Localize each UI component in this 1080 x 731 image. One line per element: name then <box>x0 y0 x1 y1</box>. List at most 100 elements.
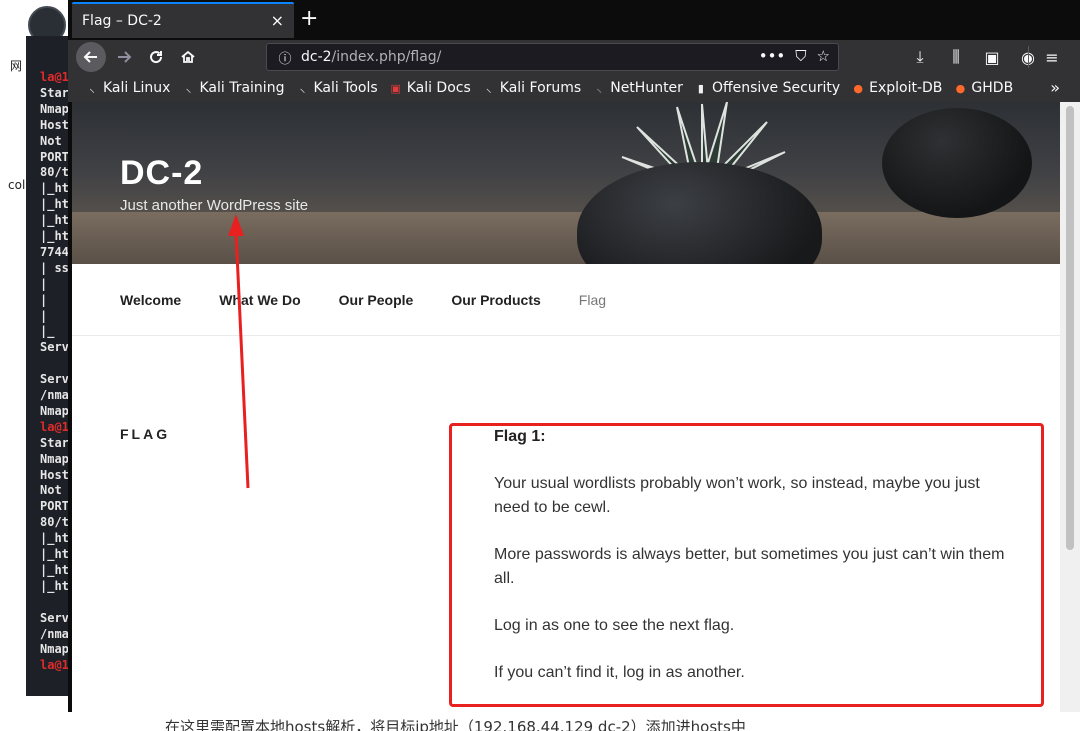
nav-item-flag[interactable]: Flag <box>579 292 606 308</box>
bookmark-kali-forums[interactable]: ⸜ Kali Forums <box>481 80 581 96</box>
back-button[interactable] <box>76 42 106 72</box>
reload-button[interactable] <box>142 43 170 71</box>
flag-label: Flag 1: <box>494 428 546 445</box>
reload-icon <box>150 51 163 64</box>
arrow-right-icon <box>118 51 132 63</box>
library-icon[interactable]: ⫼ <box>942 44 970 70</box>
home-icon <box>181 50 195 63</box>
bookmark-offensive-security[interactable]: ▮ Offensive Security <box>693 80 840 96</box>
ghdb-icon: ● <box>955 81 966 95</box>
entry-content: Flag 1: Your usual wordlists probably wo… <box>494 425 1014 708</box>
navigation-toolbar: ⓘ dc-2/index.php/flag/ ••• ⛉ ☆ ⤓ ⫼ ▣ ◉ ≡ <box>68 40 1080 74</box>
terminal-line: |_ht <box>40 578 69 593</box>
home-button[interactable] <box>174 43 202 71</box>
terminal-line: Nmap <box>40 101 69 116</box>
tab-title: Flag – DC-2 <box>82 13 162 29</box>
terminal-line: Serv <box>40 610 69 625</box>
header-pot-background <box>882 108 1032 218</box>
hamburger-menu-icon[interactable]: ≡ <box>1038 44 1066 70</box>
desktop-label-col: col <box>8 178 26 192</box>
site-title[interactable]: DC-2 <box>120 154 203 193</box>
arrow-left-icon <box>83 51 97 63</box>
url-path: /index.php/flag/ <box>331 49 442 65</box>
kali-dragon-icon: ⸜ <box>486 81 492 95</box>
terminal-line: la@1 <box>40 70 69 84</box>
bookmarks-overflow-icon[interactable]: » <box>1050 78 1060 97</box>
offsec-icon: ▮ <box>697 81 704 95</box>
bookmark-label: GHDB <box>971 80 1014 96</box>
entry-title: FLAG <box>120 426 171 442</box>
bookmark-label: Exploit-DB <box>869 80 943 96</box>
terminal-line: |_ht <box>40 531 69 546</box>
terminal-line: PORT <box>40 499 69 514</box>
terminal-line: /nma <box>40 388 69 402</box>
url-host: dc-2 <box>301 49 332 65</box>
bookmark-label: Offensive Security <box>711 80 841 96</box>
terminal-line: | <box>40 276 48 291</box>
bookmark-ghdb[interactable]: ● GHDB <box>952 80 1014 96</box>
terminal-line: |_ <box>40 324 55 339</box>
download-icon[interactable]: ⤓ <box>906 44 934 70</box>
terminal-line: |_ht <box>40 181 69 196</box>
terminal-line: Host <box>40 117 69 132</box>
page-scrollbar[interactable] <box>1060 102 1080 712</box>
toolbar-separator <box>1028 46 1029 68</box>
bookmark-kali-linux[interactable]: ⸜ Kali Linux <box>84 80 170 96</box>
bookmark-kali-tools[interactable]: ⸜ Kali Tools <box>294 80 378 96</box>
bookmark-label: Kali Linux <box>103 80 171 96</box>
terminal-line: Nmap <box>40 403 69 418</box>
close-icon[interactable]: × <box>271 11 284 30</box>
terminal-line: Host <box>40 467 69 482</box>
terminal-line: Star <box>40 435 69 450</box>
tab-flag-dc2[interactable]: Flag – DC-2 × <box>72 2 294 38</box>
info-icon[interactable]: ⓘ <box>273 48 297 67</box>
bookmark-label: Kali Docs <box>406 80 471 96</box>
terminal-line: Not <box>40 133 62 148</box>
exploitdb-icon: ● <box>853 81 863 95</box>
page-content: DC-2 Just another WordPress site Welcome… <box>72 102 1060 712</box>
bookmark-kali-docs[interactable]: ▣ Kali Docs <box>388 80 471 96</box>
browser-window: Flag – DC-2 × + ⓘ dc-2/index.php/flag/ •… <box>68 0 1080 712</box>
terminal-line: la@1 <box>40 658 69 673</box>
bookmark-label: Kali Tools <box>313 80 378 96</box>
url-text[interactable]: dc-2/index.php/flag/ <box>301 49 441 65</box>
bookmark-nethunter[interactable]: ⸜ NetHunter <box>591 80 682 96</box>
bookmark-kali-training[interactable]: ⸜ Kali Training <box>180 80 285 96</box>
main-navigation: Welcome What We Do Our People Our Products F… <box>72 264 1060 336</box>
site-description: Just another WordPress site <box>120 197 309 214</box>
content-paragraph: Your usual wordlists probably won’t work… <box>494 475 980 516</box>
new-tab-button[interactable]: + <box>300 6 318 32</box>
sidebar-icon[interactable]: ▣ <box>978 44 1006 70</box>
tab-bar: Flag – DC-2 × + <box>68 0 1080 40</box>
terminal-line: |_ht <box>40 562 69 577</box>
nav-item-what-we-do[interactable]: What We Do <box>219 292 300 308</box>
terminal-line: Star <box>40 85 69 100</box>
terminal-line: la@1 <box>40 419 69 434</box>
bookmark-star-icon[interactable]: ☆ <box>817 47 830 65</box>
terminal-line: Not <box>40 483 62 498</box>
forward-button[interactable] <box>110 43 138 71</box>
nav-item-our-products[interactable]: Our Products <box>451 292 540 308</box>
desktop-label-net: 网 <box>10 59 23 73</box>
header-table-surface <box>72 212 1060 264</box>
kali-dragon-icon: ⸜ <box>89 81 95 95</box>
terminal-line: | ss <box>40 260 69 275</box>
nav-item-our-people[interactable]: Our People <box>339 292 414 308</box>
terminal-line: Nmap <box>40 451 69 466</box>
terminal-line: 7744 <box>40 244 69 259</box>
terminal-line: Nmap <box>40 642 69 657</box>
url-bar[interactable]: ⓘ dc-2/index.php/flag/ ••• ⛉ ☆ <box>266 43 839 71</box>
terminal-line: 80/t <box>40 515 69 530</box>
terminal-line: |_ht <box>40 197 69 212</box>
kali-dragon-icon: ⸜ <box>299 81 306 95</box>
pocket-icon[interactable]: ⛉ <box>795 47 806 65</box>
kali-docs-icon: ▣ <box>390 81 401 95</box>
url-actions: ••• ⛉ ☆ <box>759 47 830 65</box>
page-actions-icon[interactable]: ••• <box>759 47 786 65</box>
nav-item-welcome[interactable]: Welcome <box>120 292 181 308</box>
scrollbar-thumb[interactable] <box>1066 106 1074 550</box>
terminal-line: | <box>40 308 48 323</box>
terminal-line: |_ht <box>40 213 69 228</box>
bookmark-exploit-db[interactable]: ● Exploit-DB <box>850 80 942 96</box>
terminal-line: | <box>40 292 48 307</box>
